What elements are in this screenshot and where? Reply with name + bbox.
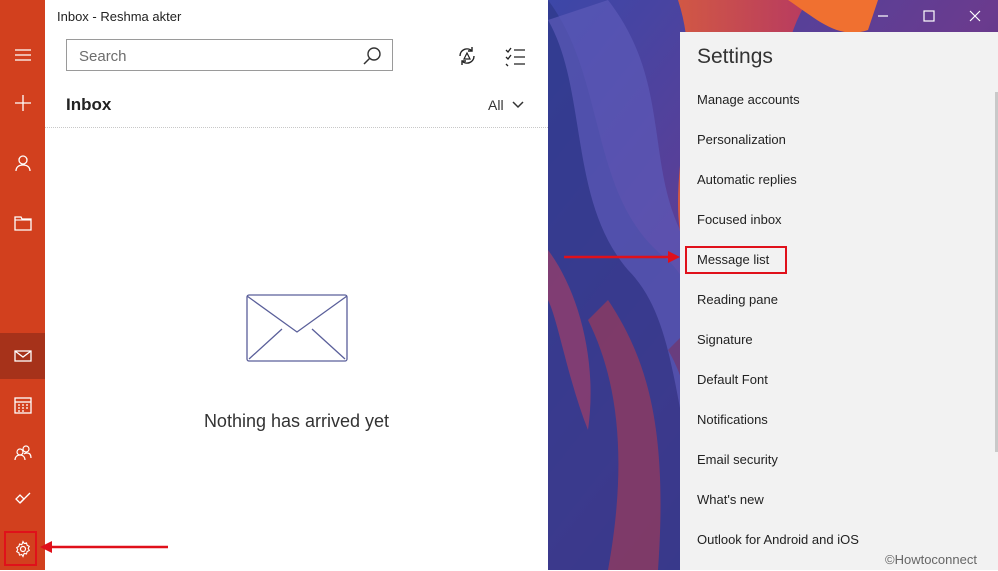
settings-item-notifications[interactable]: Notifications	[680, 400, 998, 440]
settings-item-label: Focused inbox	[697, 212, 782, 227]
window-controls	[860, 0, 998, 32]
settings-item-label: Notifications	[697, 412, 768, 427]
filter-dropdown[interactable]: All	[488, 97, 524, 113]
search-box[interactable]	[66, 39, 393, 71]
people-icon	[13, 445, 32, 461]
close-button[interactable]	[952, 0, 998, 32]
settings-item-label: Automatic replies	[697, 172, 797, 187]
accounts-button[interactable]	[0, 141, 45, 185]
settings-item-label: Outlook for Android and iOS	[697, 532, 859, 547]
mail-pane: Inbox - Reshma akter Inbox All Nothing h…	[45, 0, 548, 570]
settings-list: Manage accounts Personalization Automati…	[680, 80, 998, 560]
settings-title: Settings	[697, 45, 773, 68]
arrow-to-message-list-icon	[564, 251, 680, 263]
minimize-button[interactable]	[860, 0, 906, 32]
todo-button[interactable]	[0, 476, 45, 520]
settings-item-email-security[interactable]: Email security	[680, 440, 998, 480]
mail-button[interactable]	[0, 333, 45, 379]
settings-item-whats-new[interactable]: What's new	[680, 480, 998, 520]
settings-item-label: Signature	[697, 332, 753, 347]
new-mail-icon	[14, 95, 31, 111]
new-mail-button[interactable]	[0, 81, 45, 125]
close-icon	[969, 10, 981, 22]
maximize-icon	[923, 10, 935, 22]
window-title: Inbox - Reshma akter	[57, 9, 182, 24]
inbox-heading: Inbox	[66, 95, 112, 114]
selection-mode-icon[interactable]	[503, 44, 527, 68]
settings-item-reading-pane[interactable]: Reading pane	[680, 280, 998, 320]
settings-item-label: Default Font	[697, 372, 768, 387]
sync-icon[interactable]	[455, 44, 479, 68]
settings-item-default-font[interactable]: Default Font	[680, 360, 998, 400]
minimize-icon	[878, 15, 888, 17]
calendar-button[interactable]	[0, 383, 45, 427]
settings-item-automatic-replies[interactable]: Automatic replies	[680, 160, 998, 200]
settings-item-manage-accounts[interactable]: Manage accounts	[680, 80, 998, 120]
message-list-highlight-box	[685, 246, 787, 274]
calendar-icon	[13, 397, 32, 414]
empty-message: Nothing has arrived yet	[203, 411, 390, 431]
search-input[interactable]	[77, 41, 351, 71]
settings-highlight-box	[4, 531, 37, 566]
maximize-button[interactable]	[906, 0, 952, 32]
settings-panel: Settings Manage accounts Personalization…	[680, 32, 998, 570]
settings-item-label: What's new	[697, 492, 764, 507]
empty-envelope-icon	[246, 294, 348, 362]
settings-item-label: Personalization	[697, 132, 786, 147]
settings-item-focused-inbox[interactable]: Focused inbox	[680, 200, 998, 240]
list-divider	[45, 127, 548, 128]
todo-icon	[14, 492, 30, 504]
navigation-rail	[0, 0, 45, 570]
settings-item-signature[interactable]: Signature	[680, 320, 998, 360]
settings-item-label: Email security	[697, 452, 778, 467]
settings-item-personalization[interactable]: Personalization	[680, 120, 998, 160]
settings-item-label: Manage accounts	[697, 92, 800, 107]
filter-label: All	[488, 97, 504, 113]
chevron-down-icon	[512, 101, 524, 109]
settings-item-message-list[interactable]: Message list	[680, 240, 998, 280]
mail-icon	[13, 350, 32, 362]
settings-item-label: Reading pane	[697, 292, 778, 307]
folders-button[interactable]	[0, 201, 45, 245]
arrow-to-settings-icon	[40, 541, 168, 553]
people-button[interactable]	[0, 431, 45, 475]
folders-icon	[13, 216, 32, 231]
search-icon[interactable]	[362, 46, 382, 66]
watermark: ©Howtoconnect	[885, 552, 977, 567]
menu-button[interactable]	[0, 33, 45, 77]
accounts-icon	[14, 155, 31, 172]
menu-icon	[14, 49, 31, 61]
